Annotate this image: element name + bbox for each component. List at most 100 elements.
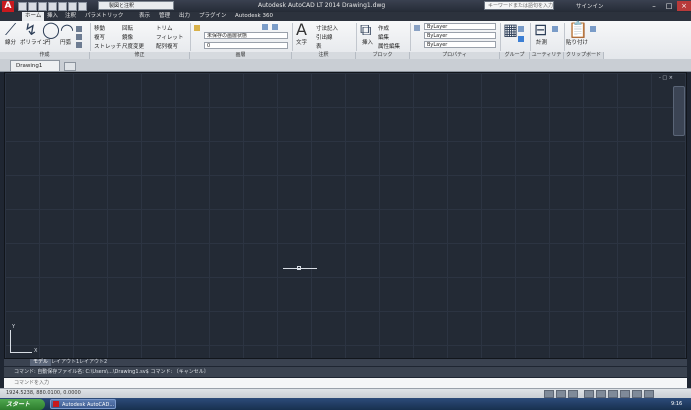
quick-calc-icon[interactable] <box>552 26 558 32</box>
redo-icon[interactable] <box>78 2 87 11</box>
viewport-controls[interactable]: - □ × <box>659 75 673 81</box>
dimension-button[interactable]: 寸法記入 <box>316 24 338 32</box>
help-search-input[interactable]: キーワードまたは語句を入力 <box>484 1 554 10</box>
linetype-select[interactable]: ByLayer <box>424 41 496 48</box>
panel-title-clipboard[interactable]: クリップボード <box>564 52 604 59</box>
crosshair-pickbox <box>297 266 301 270</box>
workspace-switch-icon[interactable] <box>596 390 606 398</box>
panel-title-properties[interactable]: プロパティ <box>410 52 500 59</box>
panel-title-draw[interactable]: 作成 <box>0 52 90 59</box>
paste-button[interactable]: 貼り付け <box>566 38 588 46</box>
hardware-accel-icon[interactable] <box>632 390 642 398</box>
layer-properties-icon[interactable] <box>194 25 200 31</box>
mirror-button[interactable]: 鏡像 <box>122 33 133 41</box>
command-history: コマンド: 自動保存ファイル名: C:\Users\...\Drawing1.s… <box>4 367 687 377</box>
plot-icon[interactable] <box>58 2 67 11</box>
sign-in-button[interactable]: サインイン <box>576 2 604 10</box>
match-properties-icon[interactable] <box>414 25 420 31</box>
panel-title-modify[interactable]: 修正 <box>90 52 190 59</box>
panel-title-block[interactable]: ブロック <box>356 52 410 59</box>
measure-button[interactable]: 計測 <box>536 38 547 46</box>
line-icon[interactable]: ⟋ <box>5 22 16 38</box>
create-block-button[interactable]: 作成 <box>378 24 389 32</box>
tab-manage[interactable]: 管理 <box>156 12 173 21</box>
circle-button[interactable]: 円 <box>45 38 51 46</box>
group-select-icon[interactable] <box>518 36 524 42</box>
panel-title-utilities[interactable]: ユーティリティ <box>530 52 564 65</box>
app-menu-button[interactable]: A <box>2 1 14 12</box>
drawing-canvas[interactable] <box>4 72 687 359</box>
file-tab-drawing1[interactable]: Drawing1 <box>10 60 60 71</box>
move-button[interactable]: 移動 <box>94 24 105 32</box>
command-input[interactable]: コマンドを入力 <box>4 378 687 388</box>
clean-screen-icon[interactable] <box>644 390 654 398</box>
layer-match-icon[interactable] <box>272 24 278 30</box>
tab-view[interactable]: 表示 <box>136 12 153 21</box>
arc-button[interactable]: 円弧 <box>60 38 71 46</box>
quick-view-drawings-icon[interactable] <box>568 390 578 398</box>
insert-block-icon[interactable]: ⧉ <box>360 22 371 38</box>
close-icon[interactable]: × <box>677 1 691 11</box>
undo-icon[interactable] <box>68 2 77 11</box>
isolate-objects-icon[interactable] <box>620 390 630 398</box>
tab-output[interactable]: 出力 <box>176 12 193 21</box>
model-space-toggle[interactable] <box>544 390 554 398</box>
edit-block-button[interactable]: 編集 <box>378 33 389 41</box>
window-title: Autodesk AutoCAD LT 2014 Drawing1.dwg <box>258 2 386 9</box>
leader-button[interactable]: 引出線 <box>316 33 333 41</box>
start-button[interactable]: スタート <box>0 399 45 410</box>
maximize-icon[interactable]: □ <box>662 1 676 11</box>
ellipse-icon[interactable] <box>76 42 82 48</box>
layer-tools-icon[interactable] <box>262 24 268 30</box>
lock-icon[interactable] <box>608 390 618 398</box>
new-icon[interactable] <box>18 2 27 11</box>
table-button[interactable]: 表 <box>316 42 322 50</box>
stretch-button[interactable]: ストレッチ <box>94 42 122 50</box>
text-icon[interactable]: A <box>296 22 307 38</box>
layer-select[interactable]: 0 <box>204 42 288 49</box>
panel-title-layers[interactable]: 画層 <box>190 52 292 59</box>
save-as-icon[interactable] <box>48 2 57 11</box>
color-select[interactable]: ByLayer <box>424 23 496 30</box>
new-file-tab-icon[interactable] <box>64 62 76 71</box>
layer-state-select[interactable]: 未保存の画層状態 <box>204 32 288 39</box>
navigation-bar[interactable] <box>673 86 685 136</box>
open-icon[interactable] <box>28 2 37 11</box>
polyline-icon[interactable]: ↯ <box>24 22 37 38</box>
arc-icon[interactable]: ◠ <box>60 22 74 38</box>
panel-title-groups[interactable]: グループ <box>500 52 530 59</box>
scale-button[interactable]: 尺度変更 <box>122 42 144 50</box>
fillet-button[interactable]: フィレット <box>156 33 183 41</box>
group-tools-icon[interactable] <box>518 26 524 32</box>
quick-view-layouts-icon[interactable] <box>556 390 566 398</box>
copy-button[interactable]: 複写 <box>94 33 105 41</box>
ucs-x-label: X <box>34 348 38 354</box>
minimize-icon[interactable]: – <box>647 1 661 11</box>
panel-divider <box>530 23 531 51</box>
annotation-scale-icon[interactable] <box>584 390 594 398</box>
circle-icon[interactable]: ◯ <box>42 22 60 38</box>
tab-parametric[interactable]: パラメトリック <box>82 12 126 21</box>
tab-layout2[interactable]: レイアウト2 <box>76 359 110 366</box>
array-button[interactable]: 配列複写 <box>156 42 178 50</box>
copy-clip-icon[interactable] <box>590 26 596 32</box>
tab-plugins[interactable]: プラグイン <box>196 12 230 21</box>
tab-autodesk-360[interactable]: Autodesk 360 <box>232 12 276 21</box>
insert-block-button[interactable]: 挿入 <box>362 38 373 46</box>
text-button[interactable]: 文字 <box>296 38 307 46</box>
measure-icon[interactable]: ⊟ <box>534 22 547 38</box>
rectangle-icon[interactable] <box>76 26 82 32</box>
group-icon[interactable]: ▦ <box>503 22 518 38</box>
lineweight-select[interactable]: ByLayer <box>424 32 496 39</box>
polyline-button[interactable]: ポリライン <box>20 38 48 46</box>
edit-attributes-button[interactable]: 属性編集 <box>378 42 400 50</box>
line-button[interactable]: 線分 <box>5 38 16 46</box>
trim-button[interactable]: トリム <box>156 24 173 32</box>
workspace-select[interactable]: 製図と注釈 <box>98 1 174 10</box>
paste-icon[interactable]: 📋 <box>568 22 588 38</box>
hatch-icon[interactable] <box>76 34 82 40</box>
save-icon[interactable] <box>38 2 47 11</box>
rotate-button[interactable]: 回転 <box>122 24 133 32</box>
taskbar-item-autocad[interactable]: Autodesk AutoCAD... <box>50 399 116 409</box>
panel-title-annotation[interactable]: 注釈 <box>292 52 356 59</box>
